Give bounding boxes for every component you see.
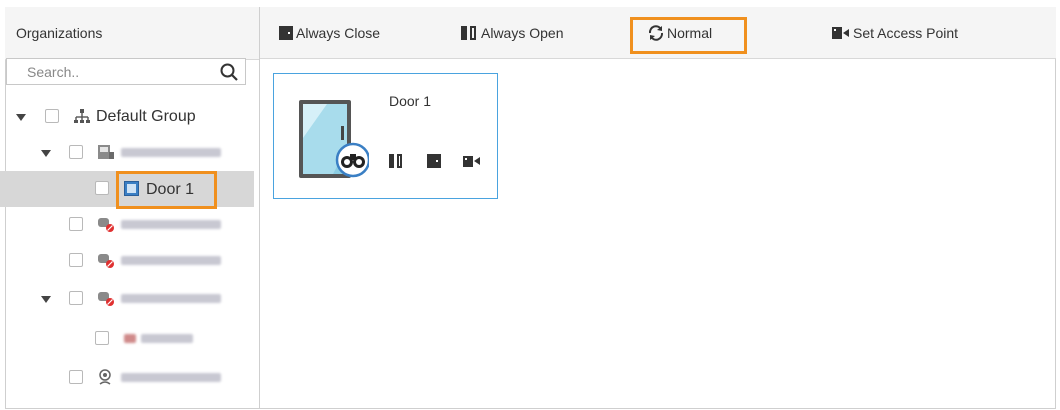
search-icon[interactable] bbox=[219, 62, 239, 82]
tree-item-offline-device[interactable] bbox=[0, 207, 254, 243]
blurred-device-name bbox=[121, 148, 221, 157]
close-door-icon[interactable] bbox=[426, 153, 442, 169]
blurred-device-name bbox=[121, 256, 221, 265]
blurred-device-name bbox=[121, 373, 221, 382]
panel-title: Organizations bbox=[5, 7, 259, 60]
tree-checkbox[interactable] bbox=[95, 181, 109, 195]
camera-icon bbox=[99, 369, 111, 385]
always-close-button[interactable]: Always Close bbox=[278, 7, 380, 59]
tree-item-camera[interactable] bbox=[0, 360, 254, 396]
offline-device-icon bbox=[98, 218, 114, 232]
door-image-icon bbox=[299, 100, 369, 178]
door-card[interactable]: Door 1 bbox=[273, 73, 498, 199]
org-tree-icon bbox=[74, 109, 90, 123]
tree-checkbox[interactable] bbox=[69, 253, 83, 267]
tree-checkbox[interactable] bbox=[69, 370, 83, 384]
search-placeholder: Search.. bbox=[27, 64, 80, 80]
blurred-device-name bbox=[121, 220, 221, 229]
tree-item-default-group[interactable]: Default Group bbox=[0, 99, 254, 135]
always-open-label: Always Open bbox=[481, 25, 564, 41]
door-closed-icon bbox=[279, 26, 293, 40]
offline-device-icon bbox=[98, 254, 114, 268]
tree-item-offline-device[interactable] bbox=[0, 243, 254, 279]
chevron-down-icon[interactable] bbox=[41, 150, 51, 157]
set-access-point-button[interactable]: Set Access Point bbox=[831, 7, 958, 59]
chevron-down-icon[interactable] bbox=[16, 114, 26, 121]
access-controller-icon bbox=[98, 145, 114, 159]
blurred-channel-icon bbox=[124, 334, 136, 343]
blurred-device-name bbox=[121, 294, 221, 303]
tree-checkbox[interactable] bbox=[69, 291, 83, 305]
tree-checkbox[interactable] bbox=[69, 145, 83, 159]
search-input[interactable]: Search.. bbox=[6, 58, 246, 85]
tree-item-label: Default Group bbox=[96, 108, 196, 125]
chevron-down-icon[interactable] bbox=[41, 296, 51, 303]
tree-checkbox[interactable] bbox=[95, 331, 109, 345]
tree-checkbox[interactable] bbox=[69, 217, 83, 231]
tree-item-offline-device[interactable] bbox=[0, 281, 254, 317]
tree-checkbox[interactable] bbox=[45, 109, 59, 123]
highlight-box-normal bbox=[630, 17, 747, 54]
highlight-box-door bbox=[116, 171, 217, 209]
open-door-icon[interactable] bbox=[388, 153, 404, 169]
always-close-label: Always Close bbox=[296, 25, 381, 41]
tree-item-access-controller[interactable] bbox=[0, 135, 254, 171]
door-camera-icon[interactable] bbox=[462, 153, 482, 169]
door-card-title: Door 1 bbox=[389, 93, 432, 109]
set-access-point-label: Set Access Point bbox=[853, 25, 959, 41]
blurred-channel-name bbox=[141, 334, 193, 343]
door-open-icon bbox=[461, 26, 476, 40]
access-point-icon bbox=[832, 27, 849, 39]
tree-item-channel[interactable] bbox=[0, 321, 254, 357]
always-open-button[interactable]: Always Open bbox=[459, 7, 563, 59]
offline-device-icon bbox=[98, 292, 114, 306]
